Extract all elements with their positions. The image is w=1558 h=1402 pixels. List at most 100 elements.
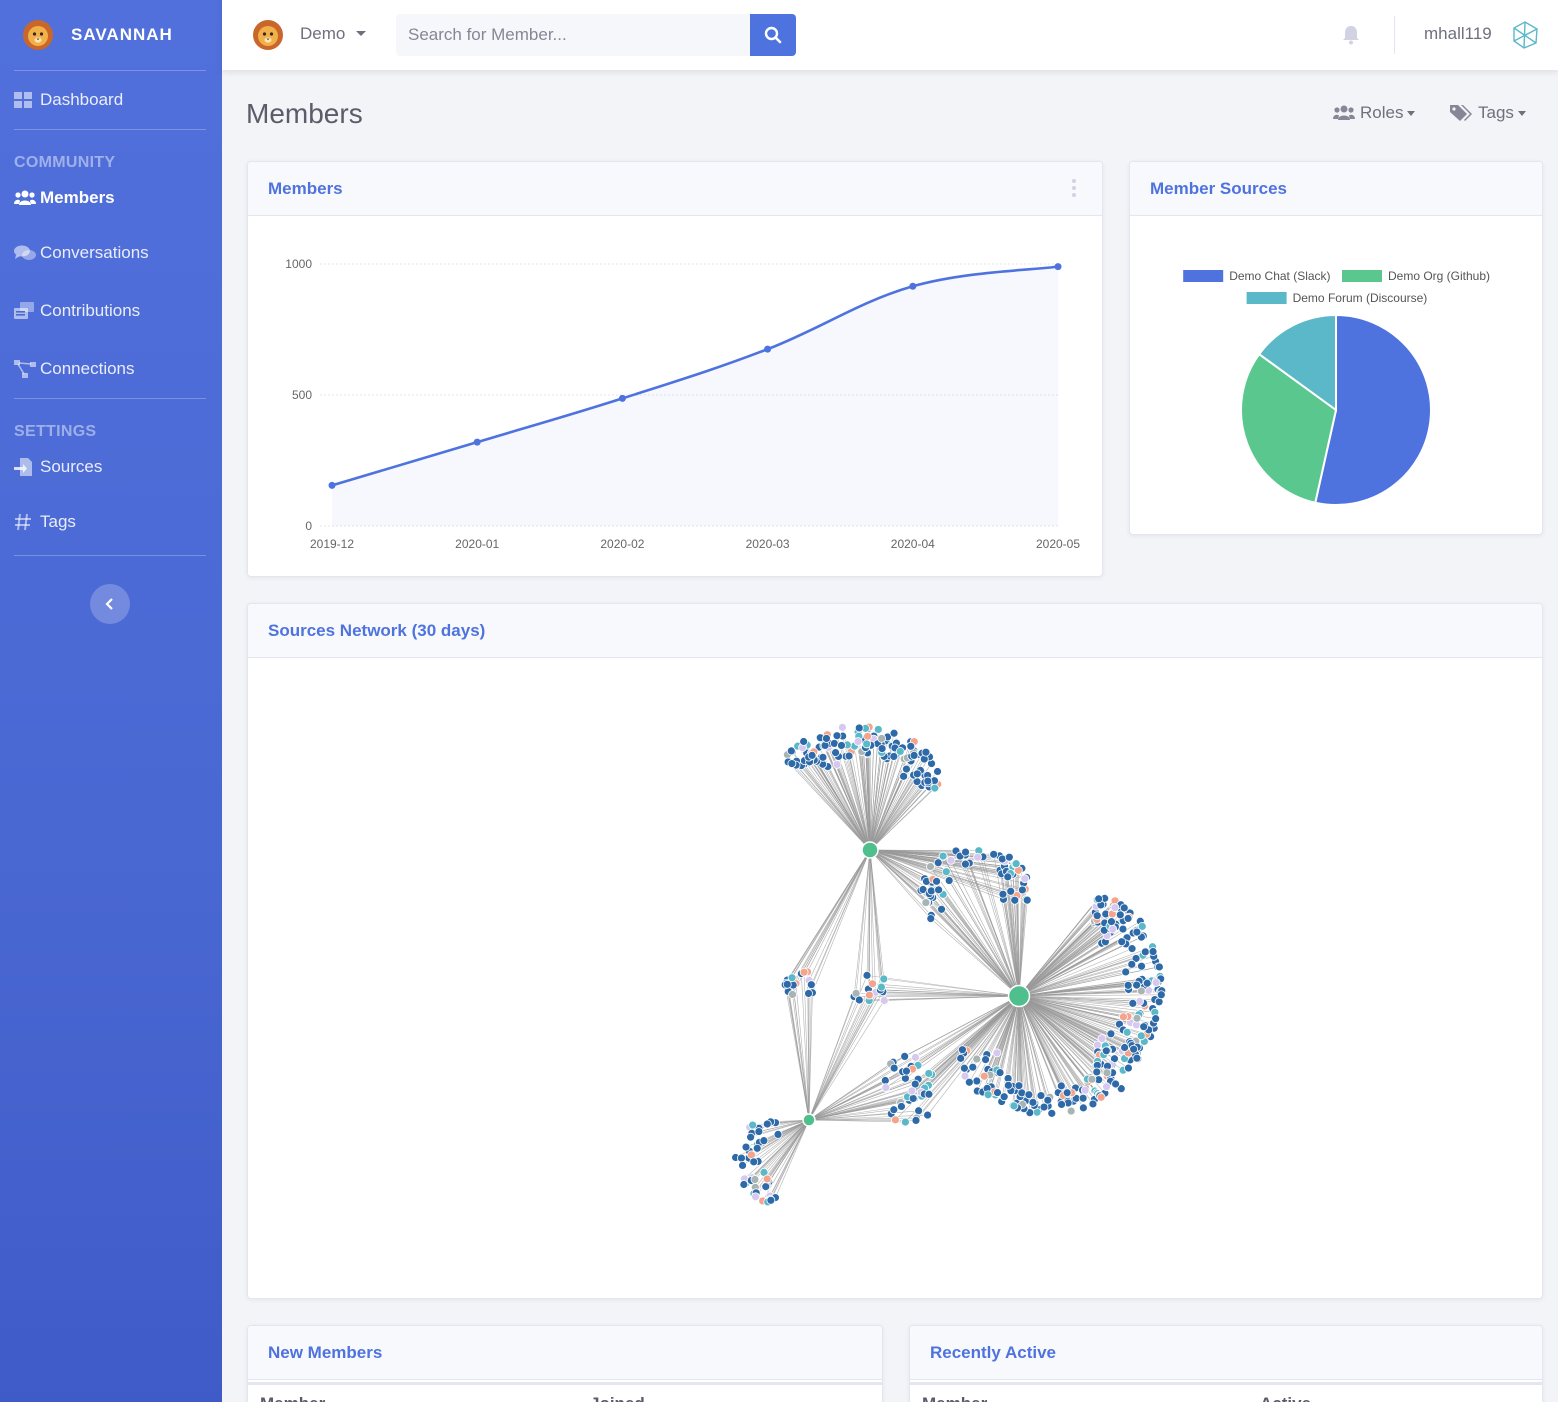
- member-node: [941, 867, 951, 877]
- sidebar-item-conversations[interactable]: Conversations: [0, 224, 222, 282]
- dashboard-icon: [14, 91, 36, 109]
- member-node: [1047, 1108, 1057, 1118]
- member-node: [1154, 962, 1164, 972]
- member-node: [799, 967, 809, 977]
- network-edge: [938, 889, 1020, 997]
- member-node: [981, 1055, 990, 1065]
- sources-network-graph[interactable]: [248, 658, 1543, 1298]
- tags-dropdown[interactable]: Tags: [1450, 103, 1526, 123]
- comments-icon: [14, 244, 36, 262]
- member-node: [938, 851, 948, 861]
- username[interactable]: mhall119: [1424, 24, 1492, 44]
- topbar-divider: [1394, 16, 1395, 54]
- sidebar-item-connections[interactable]: Connections: [0, 340, 222, 398]
- member-node: [956, 1053, 966, 1063]
- member-node: [899, 771, 909, 781]
- member-node: [750, 1175, 760, 1184]
- member-node: [804, 989, 813, 998]
- member-node: [926, 914, 936, 924]
- data-point: [618, 394, 626, 402]
- member-node: [749, 1157, 759, 1167]
- member-node: [900, 1117, 910, 1127]
- member-node: [1078, 1093, 1088, 1103]
- network-edge: [1018, 915, 1098, 997]
- member-node: [782, 979, 792, 989]
- sidebar-toggle-button[interactable]: [90, 584, 130, 624]
- sidebar-divider: [14, 398, 206, 399]
- member-node: [1009, 1101, 1019, 1111]
- column-header-member[interactable]: Member: [260, 1394, 325, 1402]
- sidebar-heading-settings: SETTINGS: [14, 423, 97, 440]
- member-node: [1123, 980, 1133, 990]
- card-title: Member Sources: [1150, 178, 1287, 198]
- member-node: [1122, 1027, 1132, 1037]
- member-node: [933, 858, 943, 868]
- member-node: [992, 1048, 1002, 1058]
- x-tick-label: 2020-04: [891, 537, 935, 551]
- member-node: [914, 1106, 924, 1116]
- search-icon: [764, 26, 782, 44]
- contributions-icon: [14, 302, 36, 320]
- member-node: [1094, 894, 1104, 904]
- source-hub-node: [861, 841, 879, 859]
- roles-dropdown[interactable]: Roles: [1332, 103, 1416, 123]
- member-node: [838, 722, 847, 732]
- member-node: [968, 1062, 978, 1072]
- column-header-active[interactable]: Active: [1260, 1394, 1311, 1402]
- search-input[interactable]: [396, 14, 750, 56]
- member-node: [754, 1127, 764, 1136]
- more-options-icon[interactable]: [1072, 179, 1076, 200]
- users-icon: [14, 189, 36, 207]
- sidebar-item-dashboard[interactable]: Dashboard: [0, 71, 222, 129]
- member-node: [1136, 1031, 1146, 1041]
- bell-icon[interactable]: [1342, 25, 1360, 45]
- card-title: Sources Network (30 days): [268, 620, 486, 640]
- search-button[interactable]: [750, 14, 796, 56]
- member-node: [1124, 1063, 1133, 1073]
- org-switcher[interactable]: Demo: [300, 24, 345, 44]
- sidebar-item-sources[interactable]: Sources: [0, 441, 222, 493]
- sidebar-item-tags[interactable]: Tags: [0, 493, 222, 551]
- caret-down-icon[interactable]: [356, 31, 366, 36]
- member-node: [959, 1063, 969, 1073]
- member-node: [937, 904, 946, 914]
- member-node: [891, 1115, 900, 1125]
- member-node: [911, 1115, 921, 1125]
- member-node: [964, 1077, 974, 1087]
- member-node: [1151, 1014, 1161, 1024]
- sidebar-heading-community: COMMUNITY: [14, 154, 116, 171]
- member-node: [1142, 978, 1152, 988]
- legend-swatch: [1342, 270, 1382, 282]
- network-edge: [811, 849, 871, 985]
- member-node: [799, 737, 809, 746]
- member-node: [1107, 917, 1116, 927]
- column-header-joined[interactable]: Joined: [590, 1394, 645, 1402]
- member-node: [1132, 980, 1142, 990]
- member-node: [906, 741, 916, 751]
- caret-down-icon: [1407, 110, 1416, 116]
- member-node: [1006, 886, 1016, 896]
- sidebar-item-contributions[interactable]: Contributions: [0, 282, 222, 340]
- member-node: [1137, 961, 1146, 971]
- user-avatar-icon[interactable]: [1510, 20, 1540, 50]
- legend-swatch: [1246, 292, 1287, 304]
- member-node: [751, 1192, 760, 1202]
- member-node: [1003, 872, 1013, 882]
- member-node: [759, 1136, 769, 1146]
- member-node: [999, 1092, 1009, 1102]
- sidebar-item-members[interactable]: Members: [0, 172, 222, 224]
- chevron-left-icon: [105, 598, 113, 610]
- sources-network-card: Sources Network (30 days): [247, 603, 1543, 1299]
- member-node: [853, 737, 863, 746]
- member-node: [946, 855, 956, 865]
- member-node: [1101, 1046, 1111, 1056]
- column-header-member[interactable]: Member: [922, 1394, 987, 1402]
- member-node: [998, 889, 1008, 899]
- member-node: [863, 731, 872, 741]
- org-logo-icon[interactable]: [252, 19, 284, 51]
- lion-logo-icon: [23, 20, 53, 50]
- member-node: [807, 750, 817, 760]
- brand[interactable]: SAVANNAH: [0, 0, 222, 70]
- member-node: [1156, 990, 1166, 1000]
- member-node: [832, 731, 842, 741]
